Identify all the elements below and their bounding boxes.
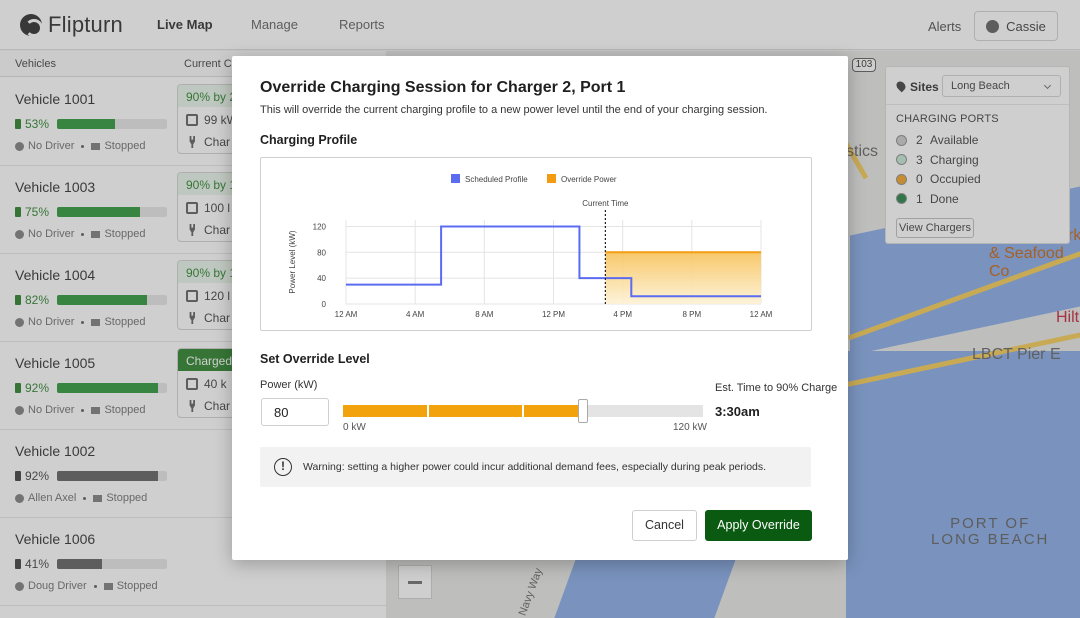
apply-override-button[interactable]: Apply Override xyxy=(705,510,812,541)
charging-profile-heading: Charging Profile xyxy=(260,133,358,147)
legend-label-override: Override Power xyxy=(561,175,617,184)
x-tick-label: 8 PM xyxy=(682,310,701,319)
chart-canvas: 0 40 80 120 12 AM 4 AM 8 AM 12 PM 4 PM 8 PM 12 AM P… xyxy=(288,174,773,319)
exclamation-icon: ! xyxy=(274,458,292,476)
x-tick-label: 12 PM xyxy=(542,310,565,319)
y-tick-label: 40 xyxy=(317,274,326,283)
y-tick-label: 120 xyxy=(313,222,327,231)
warning-banner: ! Warning: setting a higher power could … xyxy=(260,447,811,487)
cancel-button[interactable]: Cancel xyxy=(632,510,697,541)
slider-max-label: 120 kW xyxy=(673,422,707,433)
est-time-value: 3:30am xyxy=(715,404,760,419)
legend-label-scheduled: Scheduled Profile xyxy=(465,175,528,184)
slider-segment xyxy=(522,405,524,417)
y-tick-label: 0 xyxy=(322,300,327,309)
slider-min-label: 0 kW xyxy=(343,422,366,433)
x-tick-label: 12 AM xyxy=(750,310,773,319)
x-tick-label: 12 AM xyxy=(335,310,358,319)
power-input[interactable] xyxy=(261,398,329,426)
warning-text: Warning: setting a higher power could in… xyxy=(303,461,767,473)
modal-subtitle: This will override the current charging … xyxy=(260,104,768,116)
slider-handle[interactable] xyxy=(577,399,588,423)
power-label: Power (kW) xyxy=(260,379,318,391)
y-tick-label: 80 xyxy=(317,248,326,257)
slider-segment xyxy=(427,405,429,417)
override-level-heading: Set Override Level xyxy=(260,352,370,366)
override-modal: Override Charging Session for Charger 2,… xyxy=(232,56,848,560)
x-tick-label: 8 AM xyxy=(475,310,494,319)
y-axis-label: Power Level (kW) xyxy=(288,230,297,293)
slider-fill xyxy=(343,405,583,417)
charging-profile-chart: 0 40 80 120 12 AM 4 AM 8 AM 12 PM 4 PM 8 PM 12 AM P… xyxy=(260,157,812,331)
legend-swatch-scheduled xyxy=(451,174,460,183)
power-slider[interactable] xyxy=(343,399,703,423)
modal-title: Override Charging Session for Charger 2,… xyxy=(260,79,626,96)
est-time-label: Est. Time to 90% Charge xyxy=(715,382,838,394)
x-tick-label: 4 PM xyxy=(613,310,632,319)
current-time-label: Current Time xyxy=(582,199,629,208)
legend-swatch-override xyxy=(547,174,556,183)
x-tick-label: 4 AM xyxy=(406,310,425,319)
